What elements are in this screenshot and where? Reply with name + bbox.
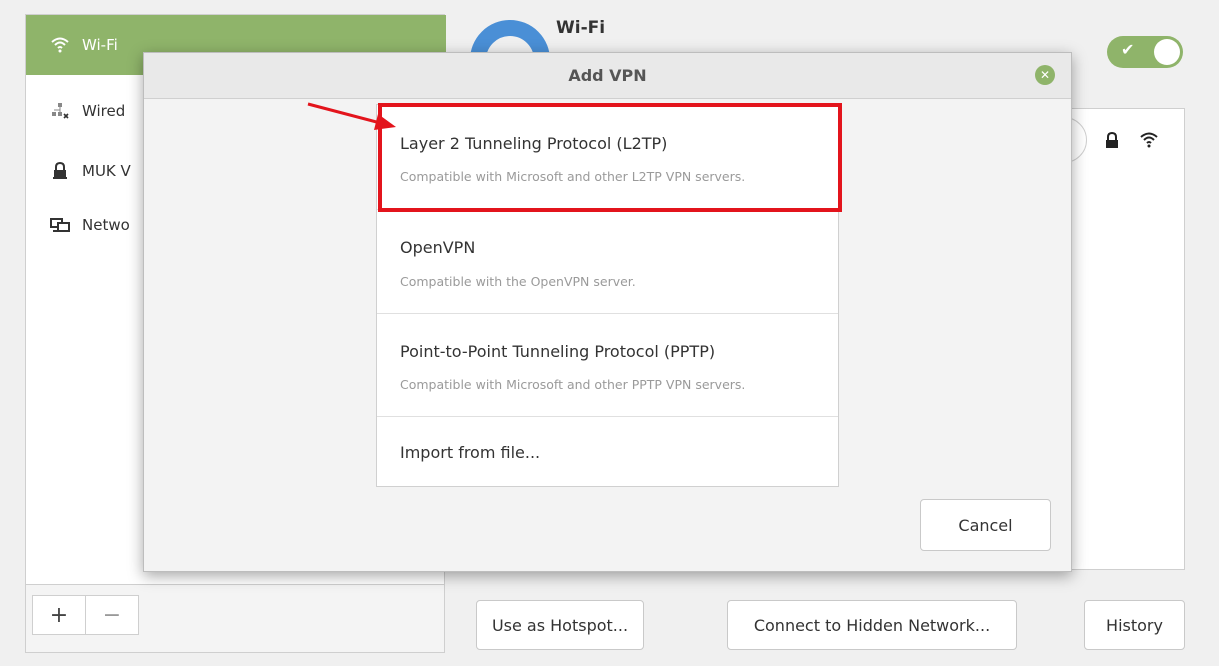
connect-hidden-network-button[interactable]: Connect to Hidden Network... xyxy=(727,600,1017,650)
vpn-option-pptp[interactable]: Point-to-Point Tunneling Protocol (PPTP)… xyxy=(377,314,838,417)
dialog-header: Add VPN xyxy=(144,53,1071,99)
wifi-signal-icon xyxy=(1140,132,1158,152)
vpn-lock-icon xyxy=(50,161,70,181)
page-title: Wi-Fi xyxy=(556,18,606,38)
sidebar-item-label: Wi-Fi xyxy=(82,36,118,54)
cancel-button[interactable]: Cancel xyxy=(920,499,1051,551)
toggle-knob xyxy=(1154,39,1180,65)
vpn-option-import-file[interactable]: Import from file... xyxy=(377,417,838,486)
wired-network-icon xyxy=(50,101,70,121)
highlight-box xyxy=(378,103,842,212)
close-icon[interactable]: ✕ xyxy=(1035,65,1055,85)
sidebar-item-label: Netwo xyxy=(82,216,130,234)
add-connection-button[interactable]: + xyxy=(32,595,86,635)
vpn-option-title: Point-to-Point Tunneling Protocol (PPTP) xyxy=(400,342,716,361)
vpn-option-title: OpenVPN xyxy=(400,238,476,257)
network-list-panel xyxy=(1041,108,1185,570)
red-arrow-icon xyxy=(307,102,396,130)
sidebar-item-label: MUK V xyxy=(82,162,131,180)
lock-icon xyxy=(1104,131,1120,154)
remove-connection-button[interactable]: − xyxy=(85,595,139,635)
network-proxy-icon xyxy=(50,215,70,235)
wifi-toggle[interactable]: ✔ xyxy=(1107,36,1183,68)
history-button[interactable]: History xyxy=(1084,600,1185,650)
vpn-option-description: Compatible with Microsoft and other PPTP… xyxy=(400,377,746,392)
wifi-icon xyxy=(50,35,70,55)
vpn-option-title: Import from file... xyxy=(400,443,541,462)
sidebar-item-label: Wired xyxy=(82,102,126,120)
vpn-option-description: Compatible with the OpenVPN server. xyxy=(400,274,636,289)
vpn-option-openvpn[interactable]: OpenVPN Compatible with the OpenVPN serv… xyxy=(377,210,838,314)
sidebar-footer: + − xyxy=(25,585,445,653)
dialog-title: Add VPN xyxy=(568,66,647,85)
use-as-hotspot-button[interactable]: Use as Hotspot... xyxy=(476,600,644,650)
check-icon: ✔ xyxy=(1121,40,1135,59)
